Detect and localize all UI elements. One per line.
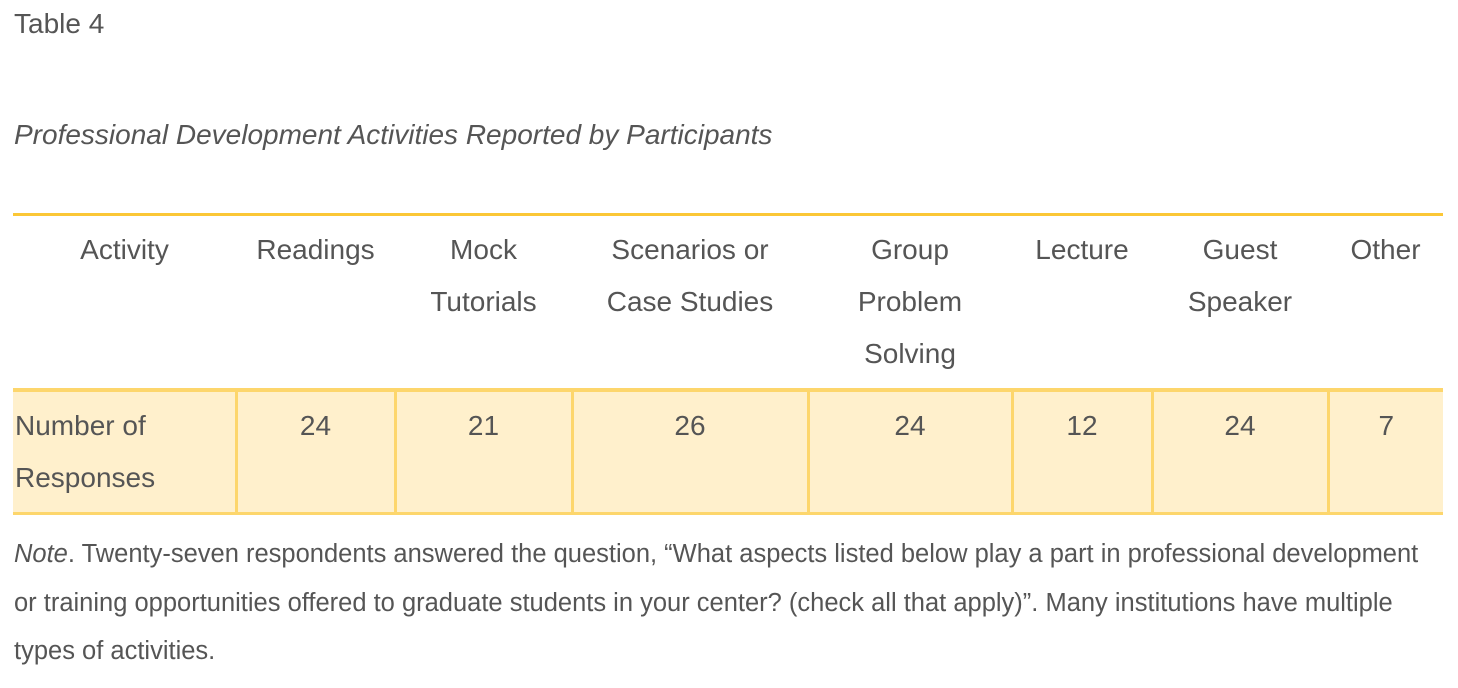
header-label: Other [1350, 234, 1421, 265]
activities-table: Activity Readings Mock Tutorials Scenari… [13, 213, 1443, 515]
table-row-number-of-responses: Number of Responses 24 21 26 24 12 24 7 [13, 390, 1443, 514]
table-header-row: Activity Readings Mock Tutorials Scenari… [13, 214, 1443, 391]
header-cell-mock-tutorials: Mock Tutorials [395, 215, 572, 391]
header-cell-activity: Activity [80, 234, 169, 265]
value-cell-guest-speaker: 24 [1150, 390, 1328, 514]
row-label-cell: Number of Responses [13, 390, 236, 514]
header-cell-scenarios: Scenarios or Case Studies [572, 215, 808, 391]
header-cell-lecture: Lecture [1012, 215, 1152, 391]
row-label: Number of Responses [15, 410, 156, 493]
note-text: . Twenty-seven respondents answered the … [14, 540, 1419, 665]
table-note: Note. Twenty-seven respondents answered … [14, 530, 1434, 676]
header-cell-readings: Readings [236, 215, 395, 391]
header-label: Scenarios or Case Studies [606, 234, 774, 317]
header-cell-group-problem-solving: Group Problem Solving [808, 215, 1012, 391]
table-title: Professional Development Activities Repo… [14, 119, 773, 150]
value-cell-lecture: 12 [1010, 390, 1152, 514]
header-cell-guest-speaker: Guest Speaker [1152, 215, 1328, 391]
header-label: Guest Speaker [1187, 234, 1293, 317]
table-number-label: Table 4 [14, 8, 105, 39]
header-label: Lecture [1035, 234, 1129, 265]
value-cell-other: 7 [1326, 390, 1443, 514]
header-label: Group Problem Solving [857, 234, 963, 369]
note-label: Note [14, 540, 68, 568]
value-cell-mock-tutorials: 21 [393, 390, 572, 514]
value-cell-scenarios: 26 [570, 390, 808, 514]
value-cell-readings: 24 [234, 390, 395, 514]
header-label: Mock Tutorials [430, 234, 537, 317]
header-label: Readings [256, 234, 375, 265]
header-cell-other: Other [1328, 215, 1443, 391]
value-cell-group-problem-solving: 24 [806, 390, 1012, 514]
